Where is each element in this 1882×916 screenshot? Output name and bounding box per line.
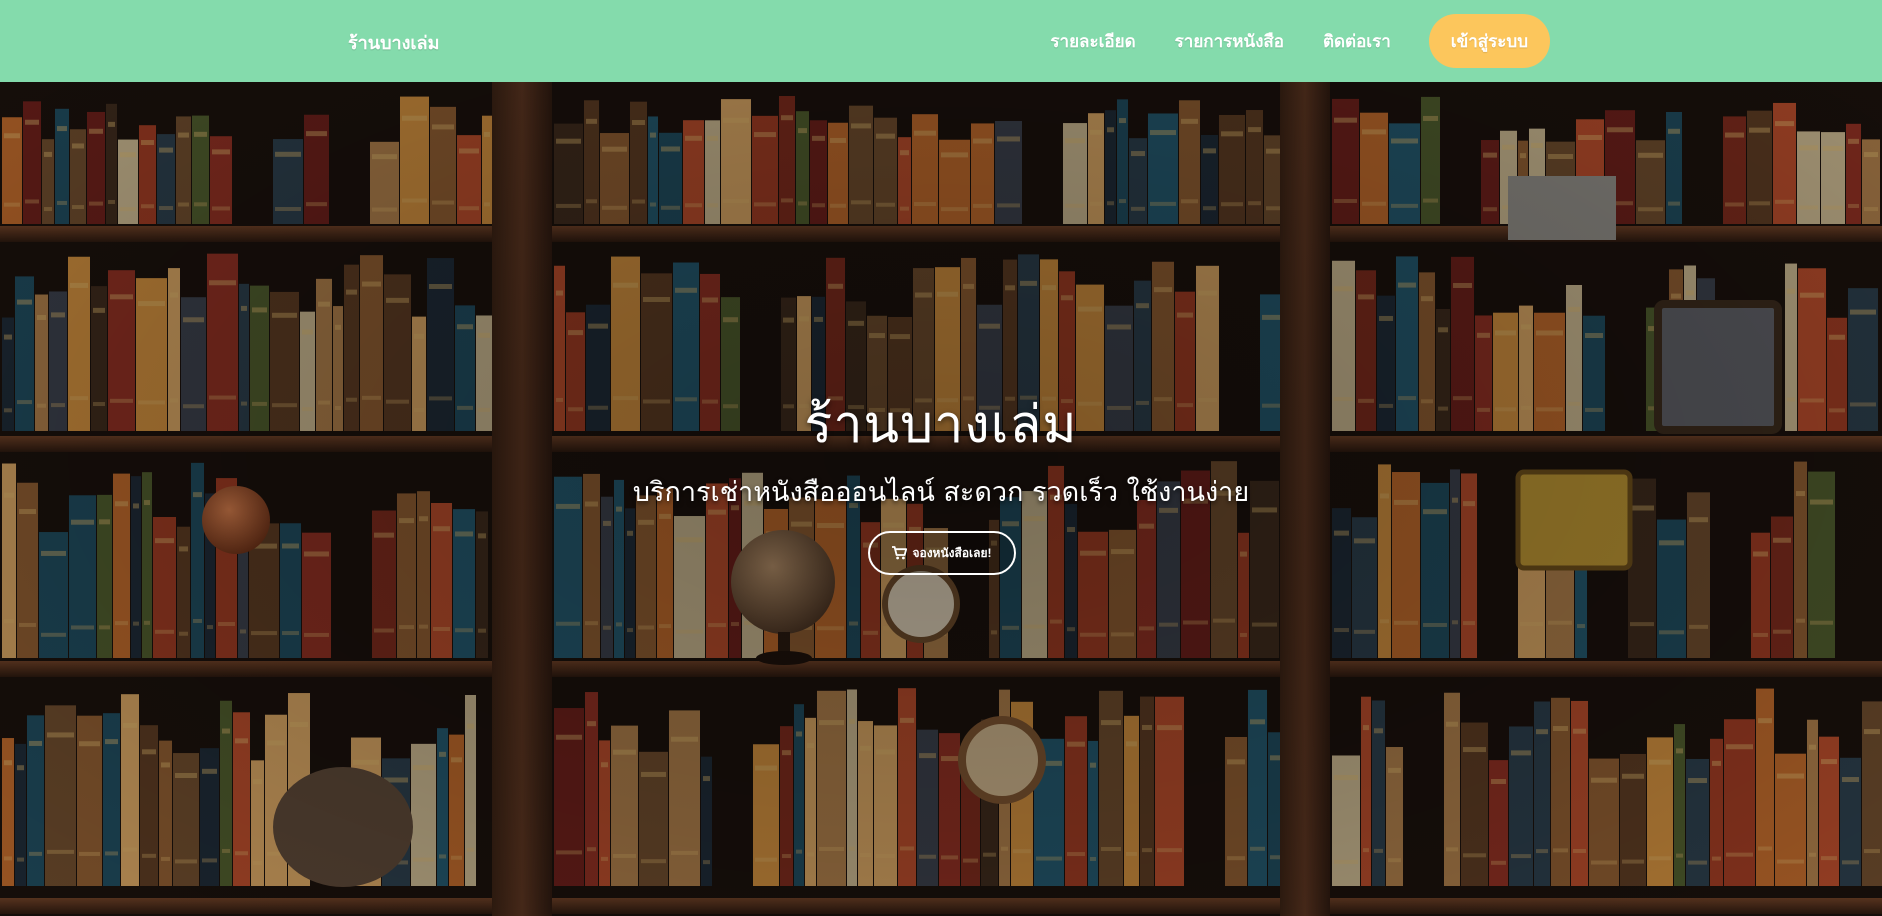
- nav-link-details[interactable]: รายละเอียด: [1050, 28, 1135, 55]
- brand-logo-link[interactable]: ร้านบางเล่ม: [348, 28, 439, 57]
- reserve-book-button[interactable]: จองหนังสือเลย!: [868, 531, 1016, 575]
- nav-links: รายละเอียด รายการหนังสือ ติดต่อเรา เข้าส…: [1011, 14, 1550, 68]
- hero-section: ร้านบางเล่ม บริการเช่าหนังสือออนไลน์ สะด…: [0, 82, 1882, 916]
- nav-link-book-list[interactable]: รายการหนังสือ: [1175, 28, 1284, 55]
- hero-content: ร้านบางเล่ม บริการเช่าหนังสือออนไลน์ สะด…: [0, 82, 1882, 916]
- nav-link-contact[interactable]: ติดต่อเรา: [1323, 28, 1391, 55]
- cart-icon: [892, 546, 908, 560]
- hero-title: ร้านบางเล่ม: [804, 395, 1078, 455]
- reserve-book-label: จองหนังสือเลย!: [912, 545, 992, 560]
- navbar: ร้านบางเล่ม รายละเอียด รายการหนังสือ ติด…: [0, 0, 1882, 82]
- hero-subtitle: บริการเช่าหนังสือออนไลน์ สะดวก รวดเร็ว ใ…: [632, 477, 1250, 508]
- login-button[interactable]: เข้าสู่ระบบ: [1428, 14, 1550, 68]
